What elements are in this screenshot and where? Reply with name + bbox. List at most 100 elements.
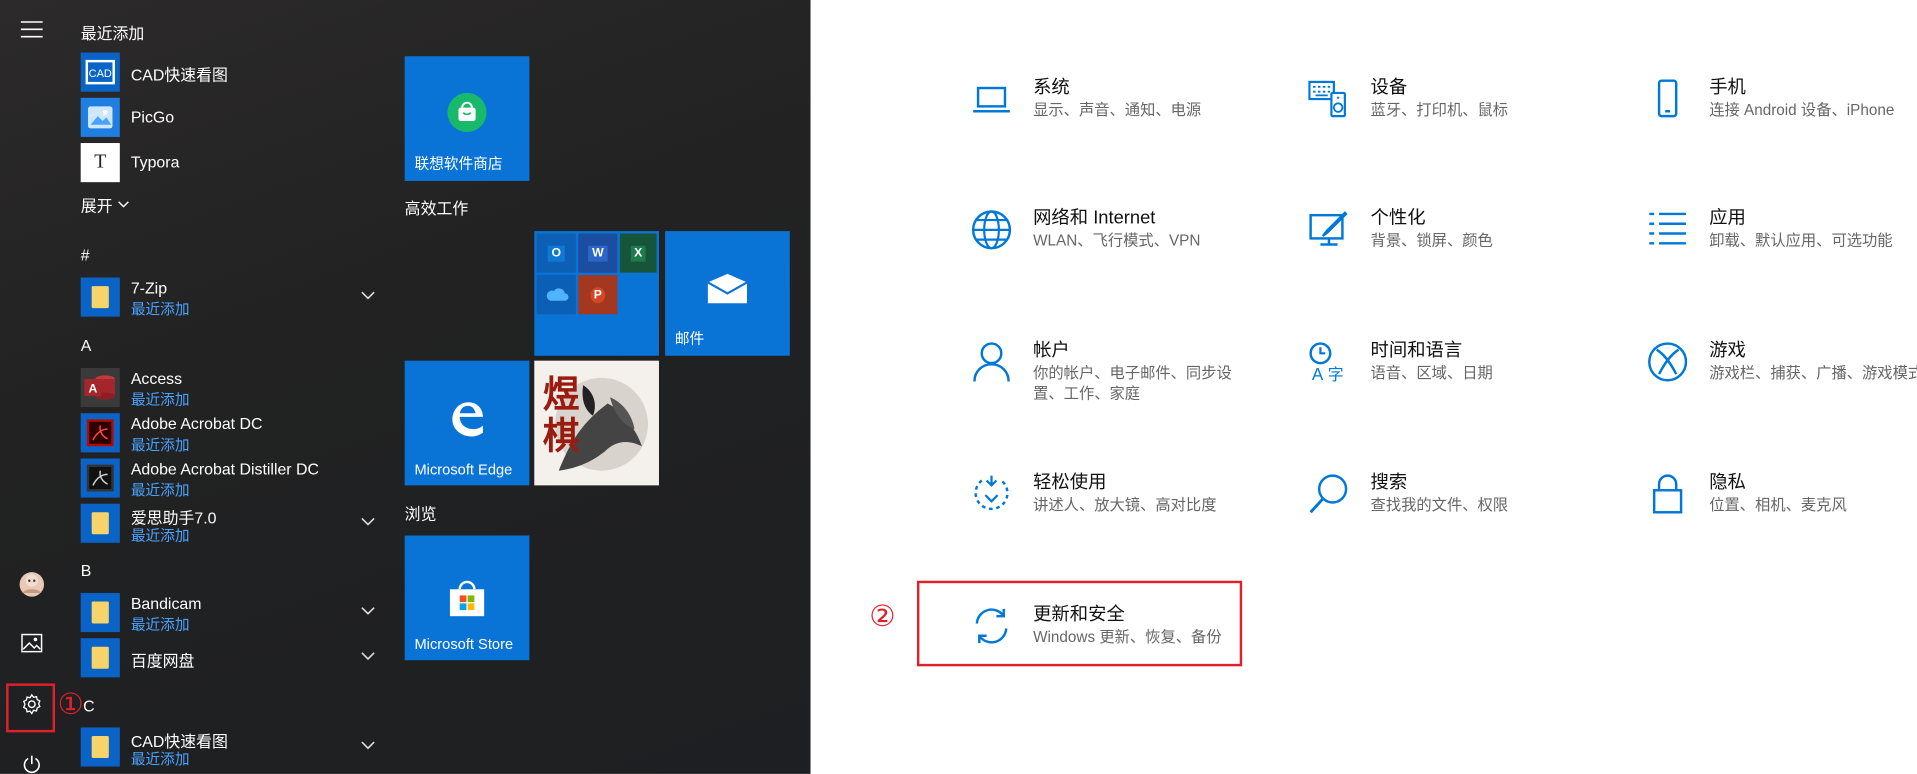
setting-title: 隐私 [1709,471,1746,493]
setting-title: 轻松使用 [1033,471,1107,493]
keyboard-speaker-icon [1308,80,1346,118]
setting-network[interactable]: 网络和 Internet WLAN、飞行模式、VPN [971,204,1301,302]
pictures-icon[interactable] [10,621,54,665]
setting-search[interactable]: 搜索 查找我的文件、权限 [1308,468,1638,566]
tile-lenovo-store[interactable]: 联想软件商店 [404,56,530,181]
paint-monitor-icon [1309,211,1348,246]
expand-button[interactable]: 展开 [81,188,154,217]
laptop-icon [973,86,1010,113]
app-list: 最近添加 CAD CAD快速看图 PicGo T Typora 展开 # 7-Z… [73,0,391,774]
app-name: 百度网盘 [130,651,195,670]
section-a[interactable]: A [81,336,92,354]
setting-title: 帐户 [1033,339,1070,361]
setting-desc: 显示、声音、通知、电源 [1033,101,1202,119]
chevron-down-icon[interactable] [359,512,376,529]
cad-icon: CAD [80,52,120,92]
setting-gaming[interactable]: 游戏 游戏栏、捕获、广播、游戏模式 [1647,336,1917,434]
highlight-box-update [916,580,1243,667]
tile-mail[interactable]: 邮件 [665,231,790,356]
picgo-icon [80,97,120,137]
app-sub: 最近添加 [130,526,190,545]
tile-photo[interactable]: 煜棋 [534,360,659,486]
photo-calligraphy: 煜棋 [542,374,580,459]
lock-icon [1652,474,1683,514]
setting-desc: 语音、区域、日期 [1370,364,1493,382]
expand-label: 展开 [80,196,113,216]
tile-store[interactable]: Microsoft Store [404,535,530,661]
setting-time-language[interactable]: A字 时间和语言 语音、区域、日期 [1308,336,1638,434]
setting-system[interactable]: 系统 显示、声音、通知、电源 [971,73,1301,171]
app-sub: 最近添加 [130,391,190,409]
app-item-picgo[interactable]: PicGo [80,97,387,139]
app-name: PicGo [130,107,175,126]
annotation-two: ② [869,600,896,634]
app-name: Typora [130,152,180,172]
app-item-cad[interactable]: CAD CAD快速看图 [80,51,387,93]
acrobat-distiller-icon [80,458,120,498]
setting-accounts[interactable]: 帐户 你的帐户、电子邮件、同步设置、工作、家庭 [971,336,1301,434]
setting-apps[interactable]: 应用 卸载、默认应用、可选功能 [1647,204,1917,302]
hamburger-menu-icon[interactable] [10,7,54,51]
app-name: 7-Zip [130,278,168,298]
app-item-7zip[interactable]: 7-Zip 最近添加 [80,276,387,318]
app-item-bandicam[interactable]: Bandicam 最近添加 [80,592,387,634]
tile-label: 联想软件商店 [414,155,503,173]
setting-devices[interactable]: 设备 蓝牙、打印机、鼠标 [1308,73,1638,171]
setting-ease-of-access[interactable]: 轻松使用 讲述人、放大镜、高对比度 [971,468,1301,566]
recent-header: 最近添加 [80,24,145,43]
excel-icon: X [619,233,657,273]
setting-title: 设备 [1370,77,1408,98]
tile-edge[interactable]: Microsoft Edge [404,360,530,486]
chevron-down-icon[interactable] [359,647,376,664]
setting-desc: 背景、锁屏、颜色 [1370,232,1493,250]
app-item-baidu[interactable]: 百度网盘 [80,637,387,679]
chevron-down-icon[interactable] [359,286,376,303]
folder-icon [80,503,120,543]
svg-text:A: A [1312,365,1324,382]
chevron-down-icon[interactable] [359,602,376,619]
tile-area: 联想软件商店 高效工作 O W X P 邮件 Microsoft Edge 煜棋… [404,0,796,774]
onedrive-icon [536,275,576,315]
tile-office-folder[interactable]: O W X P [534,231,659,356]
highlight-box-settings [6,683,56,733]
app-item-aisi[interactable]: 爱思助手7.0 最近添加 [80,502,387,545]
setting-desc: 卸载、默认应用、可选功能 [1709,232,1893,250]
user-avatar[interactable] [10,562,54,606]
app-item-acrobat-distiller[interactable]: Adobe Acrobat Distiller DC 最近添加 [80,457,387,499]
person-icon [973,342,1010,382]
chevron-down-icon [118,201,129,208]
chevron-down-icon[interactable] [359,736,376,753]
power-icon[interactable] [10,742,54,774]
typora-icon: T [80,143,120,183]
app-sub: 最近添加 [130,300,190,318]
setting-personalization[interactable]: 个性化 背景、锁屏、颜色 [1308,204,1638,302]
section-hash[interactable]: # [81,246,90,264]
setting-phone[interactable]: 手机 连接 Android 设备、iPhone [1647,73,1917,171]
section-b[interactable]: B [81,561,92,579]
app-sub: 最近添加 [130,481,190,499]
app-item-cad-2[interactable]: CAD快速看图 最近添加 [80,726,387,768]
tile-label: Microsoft Store [414,635,514,653]
setting-desc: 你的帐户、电子邮件、同步设置、工作、家庭 [1033,364,1232,403]
app-item-access[interactable]: A Access 最近添加 [80,367,387,409]
app-item-typora[interactable]: T Typora [80,142,387,184]
setting-desc: 讲述人、放大镜、高对比度 [1033,496,1217,514]
setting-desc: 蓝牙、打印机、鼠标 [1370,101,1509,119]
edge-icon [452,402,483,437]
shopping-bag-icon [447,92,487,133]
start-rail [0,0,64,774]
app-sub: 最近添加 [130,750,190,768]
section-c[interactable]: C [83,697,94,715]
app-item-acrobat-dc[interactable]: Adobe Acrobat DC 最近添加 [80,412,387,454]
folder-icon [80,277,120,317]
setting-title: 网络和 Internet [1033,207,1156,229]
access-icon: A [80,368,120,408]
setting-privacy[interactable]: 隐私 位置、相机、麦克风 [1647,468,1917,566]
setting-desc: WLAN、飞行模式、VPN [1033,232,1201,250]
folder-icon [80,592,120,633]
tile-label: 邮件 [674,330,705,348]
app-sub: 最近添加 [130,616,190,634]
word-icon: W [578,233,618,273]
acrobat-icon [80,413,120,453]
setting-desc: 连接 Android 设备、iPhone [1709,101,1895,119]
